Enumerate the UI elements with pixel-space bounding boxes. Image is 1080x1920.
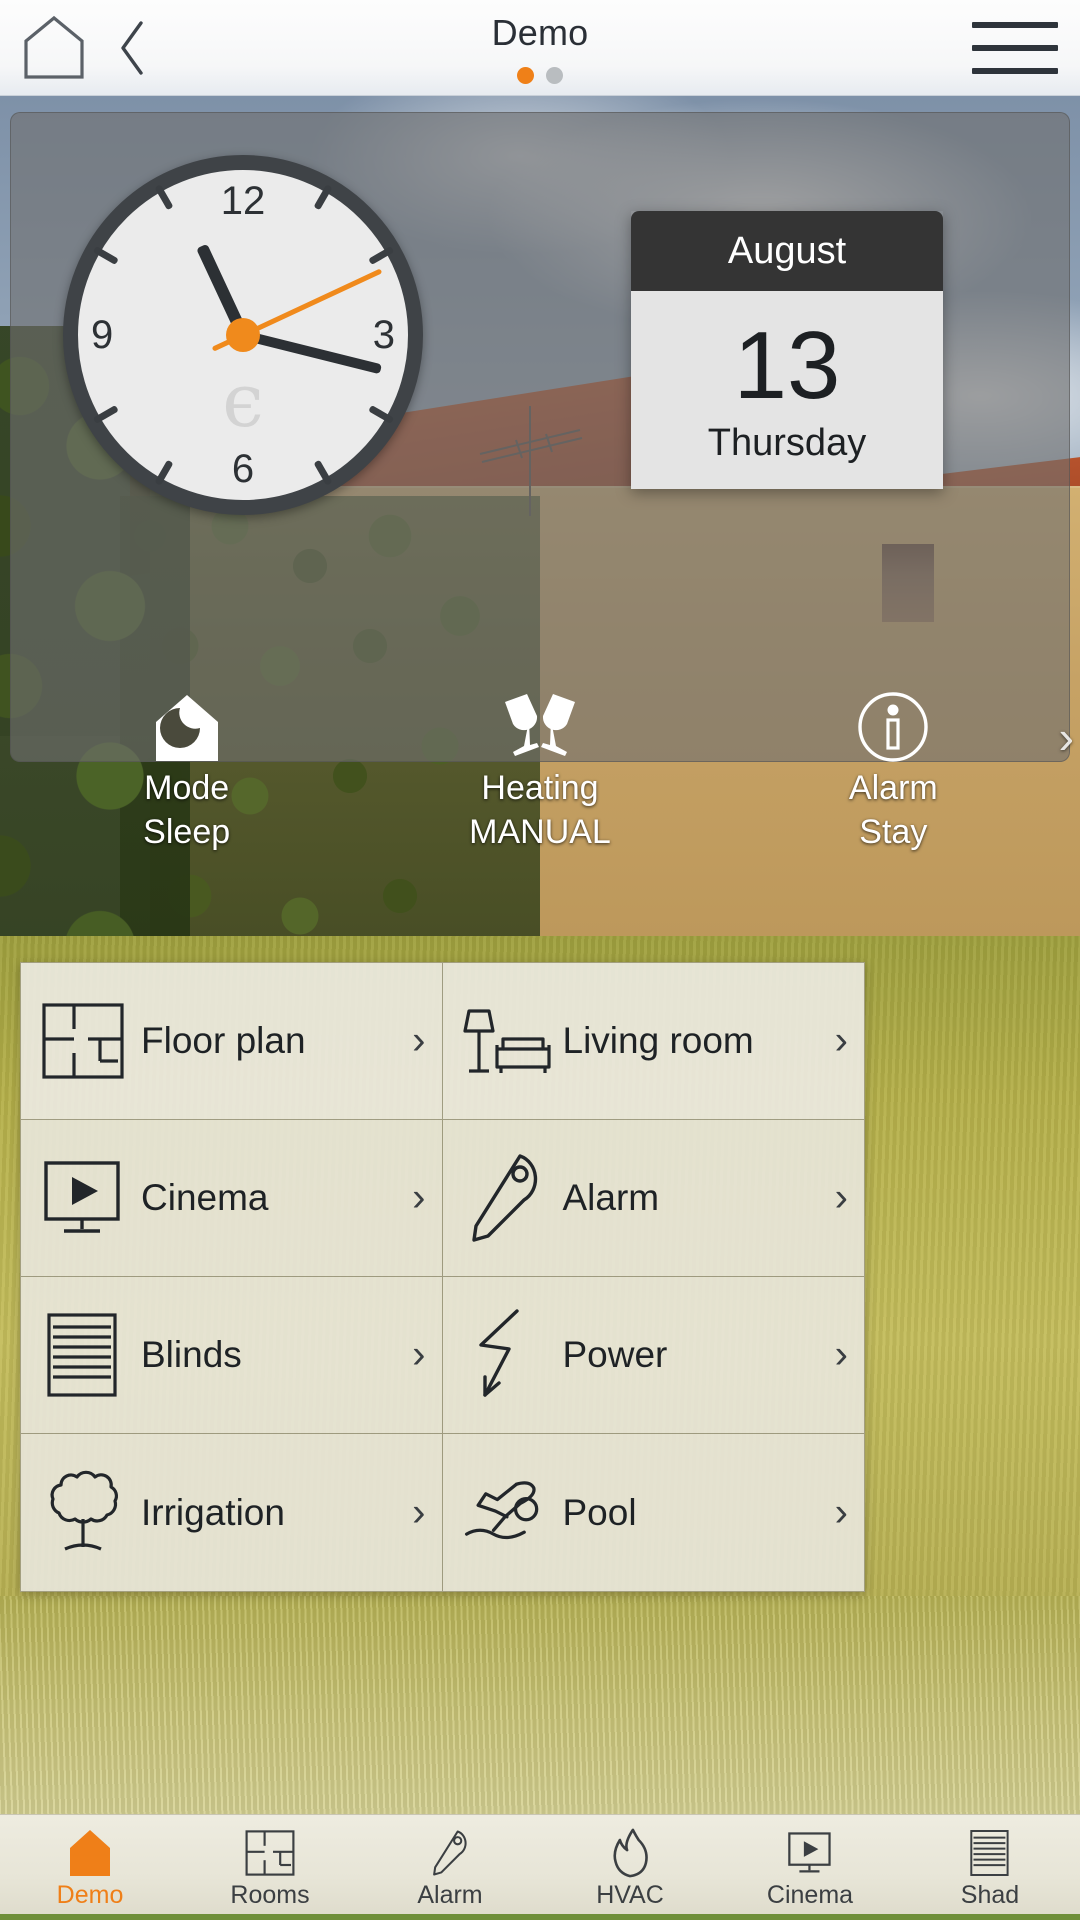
blinds-icon [968, 1827, 1012, 1879]
analog-clock: 12 3 6 9 є [63, 155, 423, 515]
calendar-weekday: Thursday [707, 422, 867, 464]
menu-item-label: Floor plan [141, 1020, 306, 1061]
chevron-right-icon: › [834, 1332, 848, 1377]
status-label: Mode [144, 769, 230, 807]
menu-item-label: Cinema [141, 1177, 269, 1218]
flame-icon [608, 1827, 652, 1879]
floor-plan-icon [244, 1827, 296, 1879]
menu-item-alarm[interactable]: Alarm › [442, 1120, 864, 1277]
calendar-card: August 13 Thursday [631, 211, 943, 489]
tab-hvac[interactable]: HVAC [540, 1815, 720, 1920]
floor-plan-icon [35, 998, 131, 1084]
living-room-icon [457, 998, 553, 1084]
bottom-tab-bar: Demo Rooms Alarm HVAC Cinema Shad [0, 1814, 1080, 1920]
cinema-screen-icon [786, 1827, 834, 1879]
lightning-bolt-icon [457, 1309, 553, 1398]
status-item-heating[interactable]: Heating MANUAL [363, 690, 716, 870]
hero-panel: 12 3 6 9 є August 13 Thursday [10, 112, 1070, 762]
cinema-screen-icon [35, 1155, 131, 1241]
status-row: Mode Sleep Heating MANUAL Alarm Stay [10, 690, 1070, 870]
menu-item-cinema[interactable]: Cinema › [21, 1120, 443, 1277]
status-value: Stay [859, 813, 928, 852]
page-title: Demo [491, 11, 589, 53]
cheers-glasses-icon [497, 690, 583, 764]
info-circle-icon [856, 690, 930, 764]
tree-icon [35, 1470, 131, 1556]
tab-label: Demo [56, 1881, 124, 1909]
tab-demo[interactable]: Demo [0, 1815, 180, 1920]
menu-item-blinds[interactable]: Blinds › [21, 1277, 443, 1434]
menu-item-label: Blinds [141, 1334, 242, 1375]
clock-numeral-12: 12 [220, 179, 266, 223]
tab-label: Alarm [417, 1881, 483, 1909]
key-icon [428, 1827, 472, 1879]
menu-item-label: Pool [562, 1491, 637, 1533]
background-lawn-foreground [0, 1596, 1080, 1836]
chevron-right-icon: › [412, 1332, 426, 1377]
status-item-mode[interactable]: Mode Sleep [10, 690, 363, 870]
top-bar: Demo [0, 0, 1080, 96]
hamburger-line-2 [972, 45, 1058, 51]
home-outline-icon [24, 15, 84, 79]
tab-cinema[interactable]: Cinema [720, 1815, 900, 1920]
house-moon-icon [150, 690, 224, 764]
chevron-right-icon: › [834, 1490, 848, 1534]
tab-alarm[interactable]: Alarm [360, 1815, 540, 1920]
menu-item-label: Irrigation [141, 1491, 285, 1533]
status-label: Alarm [848, 769, 938, 807]
status-value: MANUAL [469, 813, 611, 852]
menu-item-pool[interactable]: Pool › [442, 1434, 864, 1591]
menu-item-power[interactable]: Power › [442, 1277, 864, 1434]
clock-numeral-3: 3 [372, 313, 395, 357]
clock-numeral-6: 6 [231, 447, 255, 491]
menu-item-label: Alarm [562, 1177, 660, 1218]
tab-shades[interactable]: Shad [900, 1815, 1080, 1920]
calendar-day-number: 13 [733, 312, 841, 419]
hamburger-menu-button[interactable] [972, 16, 1058, 80]
chevron-right-icon: › [834, 1175, 848, 1220]
back-button[interactable] [96, 6, 168, 90]
tab-rooms[interactable]: Rooms [180, 1815, 360, 1920]
hamburger-line-1 [972, 22, 1058, 28]
menu-item-label: Living room [562, 1020, 754, 1061]
calendar-month: August [631, 211, 943, 291]
tab-label: Cinema [766, 1881, 854, 1909]
menu-item-floor-plan[interactable]: Floor plan › [21, 963, 443, 1120]
tab-label: HVAC [596, 1881, 664, 1909]
clock-numeral-9: 9 [91, 313, 114, 357]
swimmer-icon [457, 1470, 553, 1556]
tab-label: Shad [960, 1881, 1020, 1909]
chevron-right-icon: › [412, 1175, 426, 1220]
menu-grid: Floor plan › Living room › Cinema › Alar… [20, 962, 865, 1592]
status-value: Sleep [143, 813, 231, 852]
clock-center-pin [226, 318, 260, 352]
page-dot-2[interactable] [546, 66, 563, 84]
home-button[interactable] [12, 6, 96, 90]
menu-item-living-room[interactable]: Living room › [442, 963, 864, 1120]
app-root: Demo 12 3 6 9 є August 13 Thursday Mode … [0, 0, 1080, 1920]
status-item-alarm[interactable]: Alarm Stay [717, 690, 1070, 870]
menu-item-irrigation[interactable]: Irrigation › [21, 1434, 443, 1591]
clock-brand-glyph: є [222, 357, 264, 444]
tab-label: Rooms [230, 1881, 310, 1909]
chevron-right-icon: › [412, 1490, 426, 1534]
calendar-body: 13 Thursday [631, 291, 943, 489]
page-indicator-dots[interactable] [517, 66, 563, 84]
key-icon [457, 1154, 553, 1242]
chevron-left-icon [121, 20, 143, 75]
home-filled-icon [66, 1827, 114, 1879]
chevron-right-icon: › [834, 1018, 848, 1063]
status-label: Heating [481, 769, 599, 807]
bottom-accent-strip [0, 1914, 1080, 1920]
chevron-right-icon: › [412, 1018, 426, 1063]
blinds-icon [35, 1312, 131, 1398]
status-next-chevron-icon[interactable]: › [1059, 710, 1074, 764]
page-dot-1[interactable] [517, 66, 534, 84]
menu-item-label: Power [562, 1334, 668, 1375]
hamburger-line-3 [972, 68, 1058, 74]
